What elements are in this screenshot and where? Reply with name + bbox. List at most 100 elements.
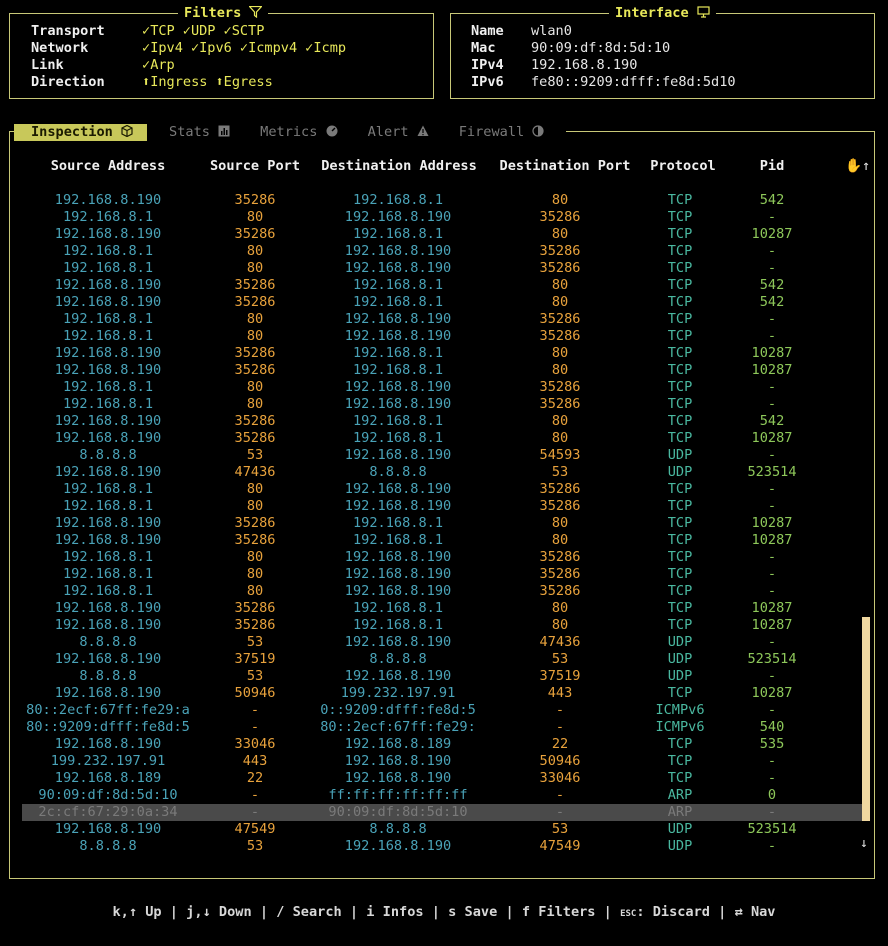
- filter-toggle-label: Egress: [223, 74, 273, 90]
- column-header[interactable]: Source Port: [208, 158, 302, 175]
- cell-dp: 80: [551, 617, 569, 633]
- table-row[interactable]: 192.168.8.1 80 192.168.8.190 35286 TCP -: [22, 549, 864, 566]
- tab-inspection[interactable]: Inspection: [14, 124, 148, 141]
- table-row[interactable]: 192.168.8.1 80 192.168.8.190 35286 TCP -: [22, 396, 864, 413]
- tab-label: Metrics: [260, 124, 318, 140]
- table-row[interactable]: 8.8.8.8 53 192.168.8.190 47549 UDP -: [22, 838, 864, 855]
- filter-toggle-ipv6[interactable]: ✓Ipv6: [191, 40, 232, 57]
- table-row[interactable]: 80::2ecf:67ff:fe29:a - 0::9209:dfff:fe8d:5…: [22, 702, 864, 719]
- scroll-down-icon[interactable]: ↓: [860, 836, 868, 851]
- table-row[interactable]: 192.168.8.190 35286 192.168.8.1 80 TCP 10287: [22, 515, 864, 532]
- footer-action: Down: [218, 904, 252, 920]
- cell-sa: 8.8.8.8: [79, 634, 137, 650]
- column-header[interactable]: Destination Address: [316, 158, 482, 175]
- table-row[interactable]: 192.168.8.190 35286 192.168.8.1 80 TCP 10287: [22, 345, 864, 362]
- cell-sp: -: [250, 702, 260, 718]
- filter-toggle-ingress[interactable]: ⬆Ingress: [142, 74, 207, 91]
- column-header[interactable]: Source Address: [22, 158, 194, 175]
- table-row[interactable]: 192.168.8.190 47549 8.8.8.8 53 UDP 523514: [22, 821, 864, 838]
- cell-sa: 192.168.8.190: [54, 464, 162, 480]
- table-row[interactable]: 192.168.8.190 35286 192.168.8.1 80 TCP 542: [22, 277, 864, 294]
- filter-toggle-arp[interactable]: ✓Arp: [142, 57, 175, 74]
- cell-dp: -: [555, 719, 565, 735]
- table-row[interactable]: 199.232.197.91 443 192.168.8.190 50946 TCP -: [22, 753, 864, 770]
- table-row[interactable]: 192.168.8.190 50946 199.232.197.91 443 TCP 10…: [22, 685, 864, 702]
- column-header[interactable]: Destination Port: [496, 158, 634, 175]
- cell-da: 192.168.8.190: [344, 311, 452, 327]
- cell-dp: 35286: [539, 396, 581, 412]
- table-row[interactable]: 192.168.8.1 80 192.168.8.190 35286 TCP -: [22, 243, 864, 260]
- filter-toggle-sctp[interactable]: ✓SCTP: [224, 23, 265, 40]
- table-row[interactable]: 192.168.8.190 35286 192.168.8.1 80 TCP 542: [22, 413, 864, 430]
- table-row[interactable]: 192.168.8.190 35286 192.168.8.1 80 TCP 542: [22, 294, 864, 311]
- footer-action: Filters: [538, 904, 596, 920]
- table-row[interactable]: 8.8.8.8 53 192.168.8.190 54593 UDP -: [22, 447, 864, 464]
- interface-title-text: Interface: [615, 5, 689, 21]
- tab-stats[interactable]: Stats: [161, 124, 238, 141]
- interface-value: 192.168.8.190: [531, 57, 638, 73]
- table-row[interactable]: 192.168.8.190 35286 192.168.8.1 80 TCP 542: [22, 192, 864, 209]
- table-row[interactable]: 192.168.8.190 47436 8.8.8.8 53 UDP 523514: [22, 464, 864, 481]
- cell-dp: 53: [551, 651, 569, 667]
- filter-toggle-egress[interactable]: ⬆Egress: [215, 74, 272, 91]
- cell-sa: 192.168.8.190: [54, 685, 162, 701]
- cell-pr: UDP: [667, 464, 693, 480]
- filter-toggle-icmpv4[interactable]: ✓Icmpv4: [240, 40, 297, 57]
- check-icon: ✓: [142, 57, 151, 73]
- cell-pr: TCP: [667, 277, 693, 293]
- table-row[interactable]: 192.168.8.1 80 192.168.8.190 35286 TCP -: [22, 260, 864, 277]
- filter-toggle-icmp[interactable]: ✓Icmp: [305, 40, 346, 57]
- cell-sp: 80: [246, 549, 264, 565]
- filter-toggle-udp[interactable]: ✓UDP: [183, 23, 216, 40]
- cell-dp: 80: [551, 294, 569, 310]
- table-row[interactable]: 8.8.8.8 53 192.168.8.190 37519 UDP -: [22, 668, 864, 685]
- table-row[interactable]: 192.168.8.1 80 192.168.8.190 35286 TCP -: [22, 311, 864, 328]
- table-row[interactable]: 192.168.8.190 37519 8.8.8.8 53 UDP 523514: [22, 651, 864, 668]
- column-header[interactable]: Pid: [722, 158, 822, 175]
- cell-pr: TCP: [667, 600, 693, 616]
- monitor-icon: [697, 5, 710, 21]
- table-row[interactable]: 90:09:df:8d:5d:10 - ff:ff:ff:ff:ff:ff - ARP 0: [22, 787, 864, 804]
- cell-pid: -: [767, 804, 777, 820]
- table-row[interactable]: 192.168.8.1 80 192.168.8.190 35286 TCP -: [22, 328, 864, 345]
- filter-icon: [248, 5, 264, 21]
- keybindings-footer: k,↑ Up | j,↓ Down | / Search | i Infos |…: [0, 904, 888, 920]
- tab-metrics[interactable]: Metrics: [252, 124, 345, 141]
- cell-pid: 10287: [751, 532, 793, 548]
- table-row[interactable]: 192.168.8.190 33046 192.168.8.189 22 TCP 535: [22, 736, 864, 753]
- cell-sa: 192.168.8.189: [54, 770, 162, 786]
- table-row[interactable]: 192.168.8.190 35286 192.168.8.1 80 TCP 10287: [22, 600, 864, 617]
- cell-da: 192.168.8.1: [352, 430, 444, 446]
- scrollbar-thumb[interactable]: [862, 617, 870, 821]
- table-row[interactable]: 192.168.8.1 80 192.168.8.190 35286 TCP -: [22, 583, 864, 600]
- table-row[interactable]: 192.168.8.1 80 192.168.8.190 35286 TCP -: [22, 379, 864, 396]
- filter-toggle-ipv4[interactable]: ✓Ipv4: [142, 40, 183, 57]
- tab-firewall[interactable]: Firewall: [451, 124, 553, 141]
- filter-toggle-label: Icmpv4: [248, 40, 298, 56]
- table-row[interactable]: 192.168.8.190 35286 192.168.8.1 80 TCP 10287: [22, 617, 864, 634]
- sort-indicator[interactable]: ✋↑: [845, 158, 870, 174]
- table-row[interactable]: 8.8.8.8 53 192.168.8.190 47436 UDP -: [22, 634, 864, 651]
- tab-alert[interactable]: Alert: [360, 124, 437, 141]
- table-row[interactable]: 192.168.8.1 80 192.168.8.190 35286 TCP -: [22, 209, 864, 226]
- cell-da: 192.168.8.1: [352, 362, 444, 378]
- column-header[interactable]: Protocol: [636, 158, 730, 175]
- table-row[interactable]: 2c:cf:67:29:0a:34 - 90:09:df:8d:5d:10 - ARP -: [22, 804, 864, 821]
- table-row[interactable]: 192.168.8.1 80 192.168.8.190 35286 TCP -: [22, 498, 864, 515]
- table-row[interactable]: 192.168.8.189 22 192.168.8.190 33046 TCP -: [22, 770, 864, 787]
- filter-toggle-tcp[interactable]: ✓TCP: [142, 23, 175, 40]
- hand-icon: ✋: [845, 158, 862, 174]
- cell-sa: 192.168.8.190: [54, 226, 162, 242]
- cell-da: 192.168.8.189: [344, 736, 452, 752]
- table-row[interactable]: 80::9209:dfff:fe8d:5 - 80::2ecf:67ff:fe29:…: [22, 719, 864, 736]
- gauge-icon: [317, 124, 338, 140]
- table-row[interactable]: 192.168.8.1 80 192.168.8.190 35286 TCP -: [22, 566, 864, 583]
- table-row[interactable]: 192.168.8.190 35286 192.168.8.1 80 TCP 10287: [22, 226, 864, 243]
- table-row[interactable]: 192.168.8.190 35286 192.168.8.1 80 TCP 10287: [22, 362, 864, 379]
- cell-sp: -: [250, 787, 260, 803]
- filter-toggle-label: TCP: [150, 23, 175, 39]
- filters-title-text: Filters: [184, 5, 242, 21]
- table-row[interactable]: 192.168.8.1 80 192.168.8.190 35286 TCP -: [22, 481, 864, 498]
- table-row[interactable]: 192.168.8.190 35286 192.168.8.1 80 TCP 10287: [22, 430, 864, 447]
- table-row[interactable]: 192.168.8.190 35286 192.168.8.1 80 TCP 10287: [22, 532, 864, 549]
